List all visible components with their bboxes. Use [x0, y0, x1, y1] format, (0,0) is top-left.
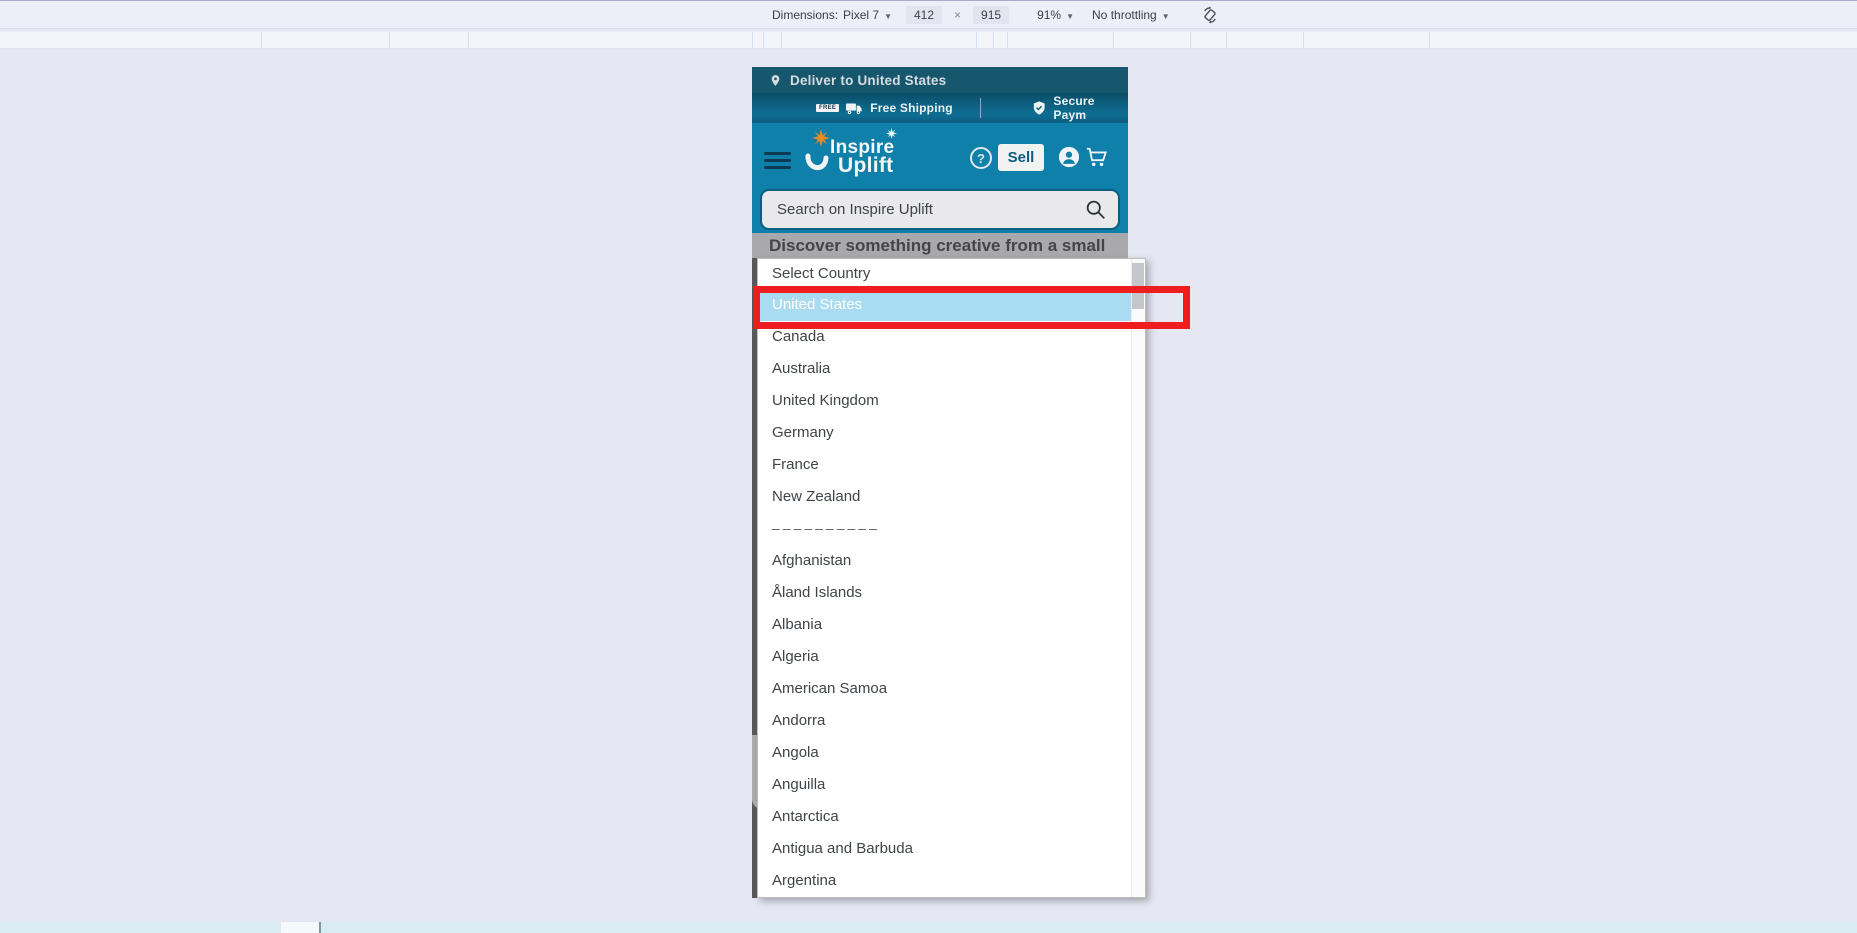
- site-header: Inspire Uplift ? Sell: [752, 123, 1128, 233]
- media-query-marker: [1007, 32, 1008, 48]
- device-toolbar: Dimensions: Pixel 7 ▼ 412 × 915 91% ▼ No…: [0, 0, 1857, 29]
- option-select-country[interactable]: Select Country: [758, 259, 1131, 289]
- benefits-bar: FREE Free Shipping: [752, 93, 1128, 123]
- delivery-banner-text: Deliver to United States: [790, 73, 946, 88]
- spark-icon: [812, 129, 830, 147]
- media-query-marker: [389, 32, 390, 48]
- device-name: Pixel 7: [843, 8, 879, 22]
- media-query-marker: [468, 32, 469, 48]
- country-option[interactable]: Canada: [758, 321, 1131, 353]
- dimensions-label: Dimensions:: [772, 8, 838, 22]
- option-group-separator: ––––––––––: [758, 513, 1131, 545]
- country-option[interactable]: Anguilla: [758, 769, 1131, 801]
- free-shipping-label: Free Shipping: [870, 101, 953, 115]
- rotate-icon: [1201, 6, 1219, 24]
- media-query-marker: [781, 32, 782, 48]
- help-button[interactable]: ?: [970, 147, 992, 169]
- horizontal-scrollbar[interactable]: [0, 922, 1857, 933]
- dropdown-scrollbar-thumb[interactable]: [1132, 263, 1144, 309]
- dimensions-times: ×: [952, 8, 963, 22]
- zoom-value: 91%: [1037, 8, 1061, 22]
- country-select-dropdown: Select Country United States Canada Aust…: [757, 258, 1146, 898]
- country-option[interactable]: Albania: [758, 609, 1131, 641]
- free-shipping-item: FREE Free Shipping: [816, 93, 953, 123]
- country-option[interactable]: Antigua and Barbuda: [758, 833, 1131, 865]
- cart-button[interactable]: [1085, 146, 1109, 170]
- media-query-marker: [1190, 32, 1191, 48]
- chevron-down-icon: ▼: [1162, 12, 1170, 21]
- country-option[interactable]: Antarctica: [758, 801, 1131, 833]
- media-query-bar: [0, 31, 1857, 49]
- country-option[interactable]: Australia: [758, 353, 1131, 385]
- inspire-uplift-logo[interactable]: Inspire Uplift: [808, 131, 918, 183]
- benefits-divider: [980, 98, 981, 118]
- scrollbar-divider: [319, 922, 321, 933]
- country-option[interactable]: Algeria: [758, 641, 1131, 673]
- country-option[interactable]: Argentina: [758, 865, 1131, 897]
- alphabetical-country-list: Afghanistan Åland Islands Albania Algeri…: [758, 545, 1131, 897]
- media-query-marker: [976, 32, 977, 48]
- featured-country-list: Canada Australia United Kingdom Germany …: [758, 321, 1131, 513]
- media-query-marker: [1429, 32, 1430, 48]
- viewport-height-input[interactable]: 915: [973, 6, 1009, 24]
- delivery-location-banner[interactable]: Deliver to United States: [752, 67, 1128, 93]
- page-tagline: Discover something creative from a small: [769, 236, 1105, 256]
- logo-text-bottom: Uplift: [838, 154, 893, 178]
- device-selector[interactable]: Dimensions: Pixel 7 ▼: [768, 6, 896, 24]
- menu-button[interactable]: [764, 152, 791, 169]
- media-query-marker: [763, 32, 764, 48]
- throttling-selector[interactable]: No throttling ▼: [1088, 6, 1174, 24]
- chevron-down-icon: ▼: [1066, 12, 1074, 21]
- country-option[interactable]: Germany: [758, 417, 1131, 449]
- truck-icon: [846, 102, 863, 115]
- question-mark-icon: ?: [977, 151, 985, 166]
- chevron-down-icon: ▼: [884, 12, 892, 21]
- throttling-value: No throttling: [1092, 8, 1157, 22]
- country-option[interactable]: United Kingdom: [758, 385, 1131, 417]
- free-truck-icon: FREE: [816, 104, 839, 112]
- cart-icon: [1085, 146, 1108, 168]
- country-option[interactable]: New Zealand: [758, 481, 1131, 513]
- devtools-emulation-screen: Dimensions: Pixel 7 ▼ 412 × 915 91% ▼ No…: [0, 0, 1857, 933]
- country-option[interactable]: American Samoa: [758, 673, 1131, 705]
- country-option[interactable]: Angola: [758, 737, 1131, 769]
- search-input[interactable]: [762, 201, 1085, 218]
- person-icon: [1058, 146, 1080, 168]
- country-option[interactable]: Åland Islands: [758, 577, 1131, 609]
- country-option[interactable]: France: [758, 449, 1131, 481]
- option-selected-country[interactable]: United States: [758, 289, 1131, 321]
- media-query-marker: [993, 32, 994, 48]
- viewport-width-input[interactable]: 412: [906, 6, 942, 24]
- secure-payment-item: Secure Paym: [1032, 93, 1128, 123]
- zoom-selector[interactable]: 91% ▼: [1033, 6, 1078, 24]
- media-query-marker: [1113, 32, 1114, 48]
- rotate-viewport-button[interactable]: [1200, 5, 1220, 25]
- media-query-marker: [752, 32, 753, 48]
- media-query-marker: [1226, 32, 1227, 48]
- horizontal-scrollbar-thumb[interactable]: [281, 922, 319, 933]
- dropdown-scrollbar[interactable]: [1131, 259, 1145, 897]
- sell-button[interactable]: Sell: [998, 144, 1044, 171]
- country-option[interactable]: Andorra: [758, 705, 1131, 737]
- account-button[interactable]: [1058, 146, 1082, 170]
- search-icon[interactable]: [1085, 199, 1106, 220]
- shield-check-icon: [1032, 100, 1046, 116]
- logo-u-swoosh: [804, 153, 830, 179]
- media-query-marker: [1303, 32, 1304, 48]
- search-bar: [760, 189, 1120, 230]
- secure-payment-label: Secure Paym: [1053, 94, 1128, 122]
- country-option[interactable]: Afghanistan: [758, 545, 1131, 577]
- location-pin-icon: [769, 73, 782, 88]
- media-query-marker: [261, 32, 262, 48]
- dimmed-page-strip: Discover something creative from a small: [752, 233, 1128, 258]
